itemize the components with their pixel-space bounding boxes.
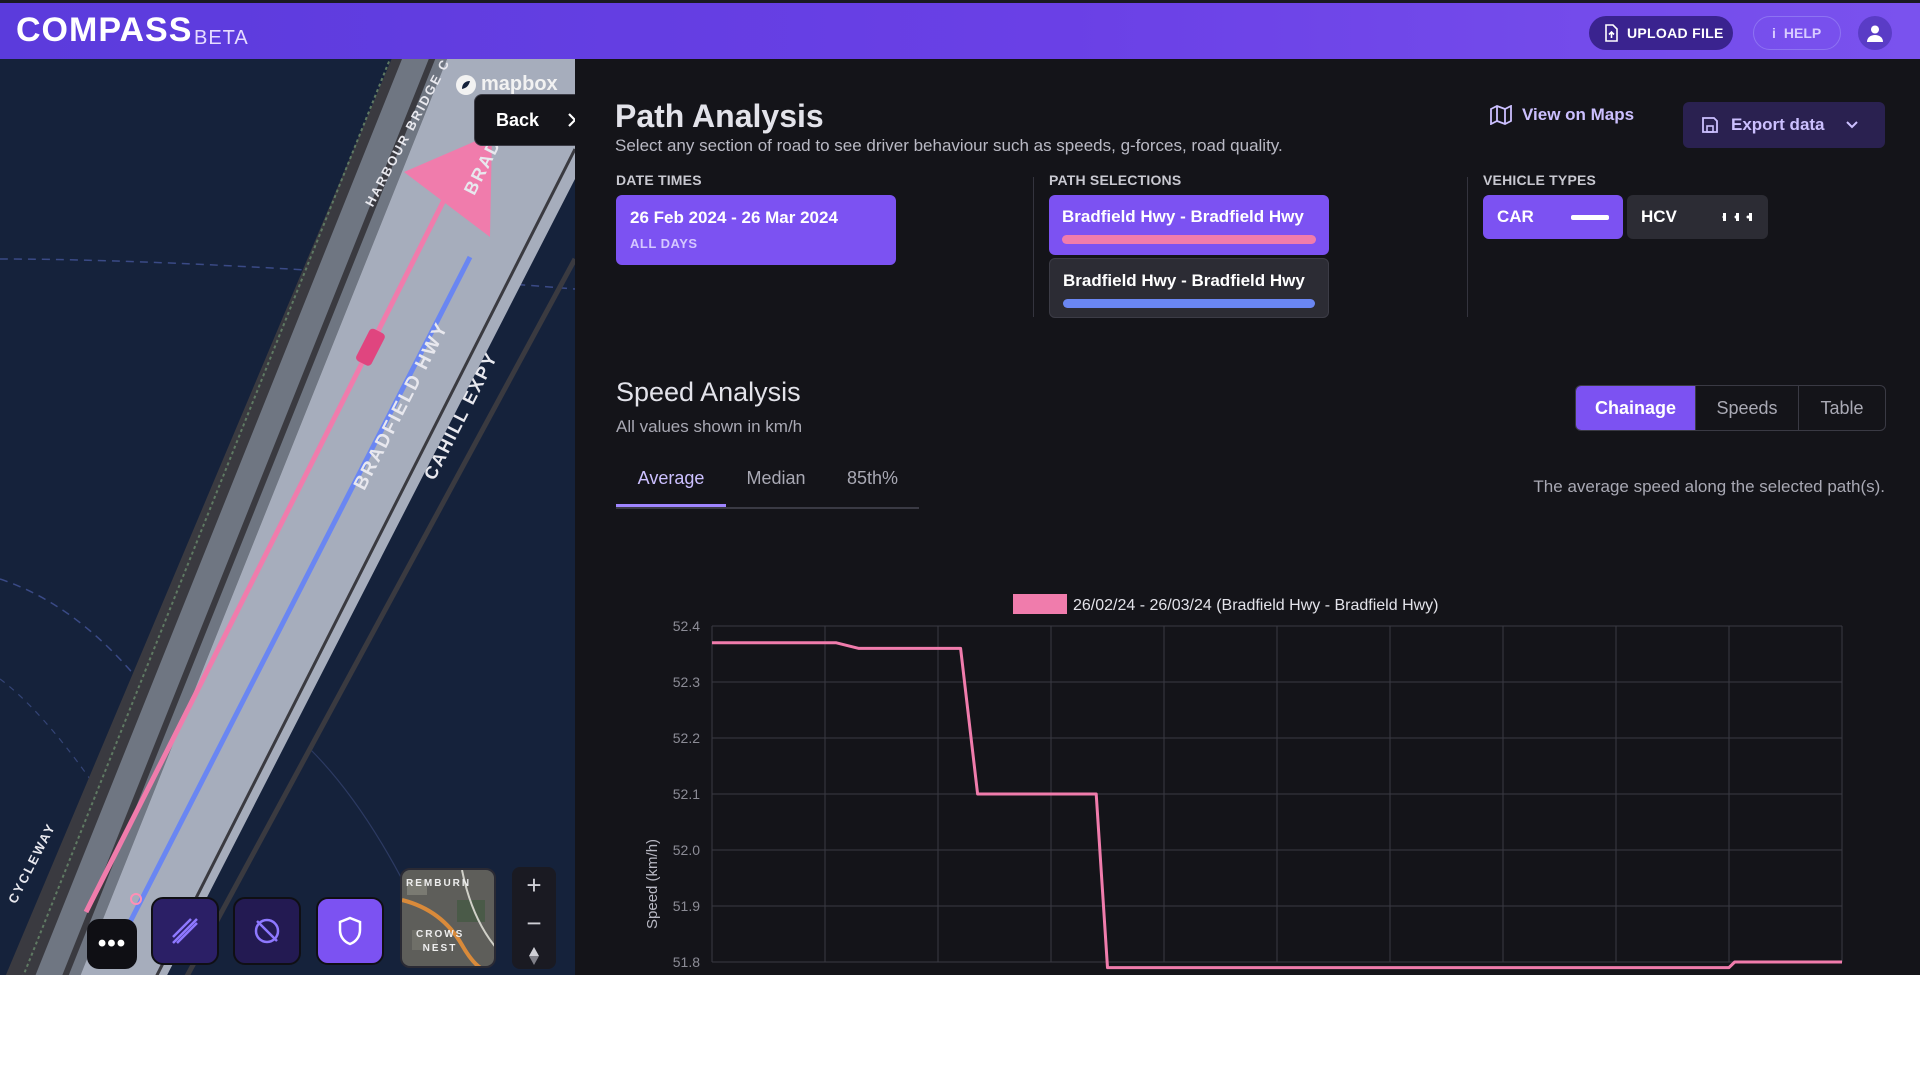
y-axis-ticks: 52.4 52.3 52.2 52.1 52.0 51.9 51.8 [673, 618, 700, 970]
hide-layer-button[interactable] [233, 897, 301, 965]
analysis-panel: Path Analysis Select any section of road… [575, 59, 1920, 975]
minimap-label-remburn: REMBURN [406, 878, 472, 889]
app-logo[interactable]: COMPASS [16, 11, 192, 50]
shield-icon [338, 916, 362, 946]
y-tick-label: 52.4 [673, 618, 700, 634]
y-axis-title: Speed (km/h) [644, 839, 661, 929]
legend-label: 26/02/24 - 26/03/24 (Bradfield Hwy - Bra… [1073, 597, 1439, 614]
mapbox-label: mapbox [481, 73, 558, 95]
back-label: Back [496, 109, 540, 130]
user-icon [1867, 25, 1883, 42]
zoom-in-icon[interactable]: + [526, 870, 541, 901]
y-tick-label: 52.2 [673, 730, 700, 746]
y-tick-label: 52.3 [673, 674, 700, 690]
compass-icon[interactable] [527, 946, 541, 966]
mapbox-attribution[interactable]: mapbox [455, 73, 558, 96]
map-canvas[interactable] [0, 59, 575, 975]
zoom-out-icon[interactable]: − [526, 908, 541, 939]
file-upload-icon [1605, 24, 1618, 42]
avatar[interactable] [1858, 16, 1892, 50]
app-window: COMPASS BETA UPLOAD FILE i HELP HARBOUR … [0, 0, 1920, 975]
safety-layer-button[interactable] [316, 897, 384, 965]
upload-file-label: UPLOAD FILE [1627, 25, 1724, 41]
help-button[interactable]: i HELP [1753, 16, 1841, 50]
mapbox-logo-icon [456, 74, 476, 95]
map-view[interactable]: HARBOUR BRIDGE CYC BRADFIELD HWY CAHILL … [0, 59, 575, 975]
y-tick-label: 52.0 [673, 842, 700, 858]
legend-swatch [1013, 594, 1067, 614]
path-tracks-icon [172, 918, 198, 944]
chart-grid [711, 625, 1843, 963]
satellite-style-button[interactable]: REMBURN CROWS NEST [400, 868, 496, 968]
back-button[interactable]: Back [474, 94, 575, 146]
info-icon: i [1772, 25, 1776, 41]
traffic-layer-button[interactable] [151, 897, 219, 965]
zoom-controls: + − [512, 867, 556, 969]
speed-chart[interactable]: 26/02/24 - 26/03/24 (Bradfield Hwy - Bra… [575, 59, 1920, 975]
y-tick-label: 51.9 [673, 898, 700, 914]
y-tick-label: 51.8 [673, 954, 700, 970]
minimap-label-crows-nest: CROWS NEST [416, 929, 465, 954]
visibility-off-icon [254, 918, 280, 944]
help-label: HELP [1783, 25, 1822, 41]
more-dots-icon: ••• [97, 930, 127, 957]
upload-file-button[interactable]: UPLOAD FILE [1589, 16, 1733, 50]
chevron-right-icon [568, 113, 575, 127]
beta-badge: BETA [194, 27, 249, 49]
y-tick-label: 52.1 [673, 786, 700, 802]
top-bar: COMPASS BETA UPLOAD FILE i HELP [0, 0, 1920, 59]
more-options-button[interactable]: ••• [87, 919, 137, 969]
